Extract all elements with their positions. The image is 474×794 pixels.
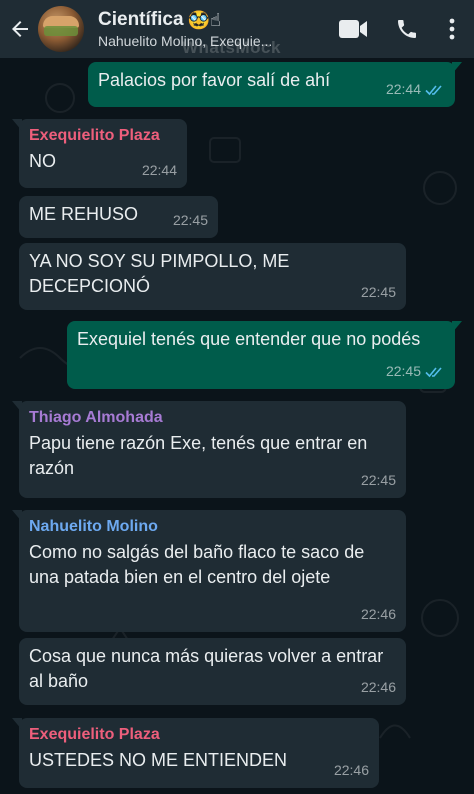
message-meta: 22:45: [386, 359, 445, 384]
message-sender[interactable]: Exequielito Plaza: [29, 125, 177, 147]
message-outgoing[interactable]: Palacios por favor salí de ahí 22:44: [88, 62, 462, 107]
back-button[interactable]: [2, 0, 38, 58]
message-text: Cosa que nunca más quieras volver a entr…: [29, 646, 384, 691]
message-time: 22:44: [385, 81, 421, 97]
message-meta: 22:46: [361, 602, 396, 627]
voice-call-button[interactable]: [380, 0, 434, 58]
message-incoming[interactable]: ME REHUSO 22:45: [19, 196, 218, 238]
message-incoming[interactable]: Exequielito Plaza USTEDES NO ME ENTIENDE…: [12, 718, 379, 788]
message-incoming[interactable]: Thiago Almohada Papu tiene razón Exe, te…: [12, 401, 406, 498]
message-meta: 22:46: [334, 758, 369, 783]
message-sender[interactable]: Thiago Almohada: [29, 407, 396, 429]
message-incoming[interactable]: Nahuelito Molino Como no salgás del baño…: [12, 510, 406, 632]
chat-title: Científica 🥸☝: [98, 9, 326, 31]
message-text: Exequiel tenés que entender que no podés: [77, 329, 421, 349]
message-sender[interactable]: Nahuelito Molino: [29, 516, 396, 538]
message-meta: 22:46: [361, 675, 396, 700]
message-incoming[interactable]: YA NO SOY SU PIMPOLLO, ME DECEPCIONÓ 22:…: [19, 243, 406, 310]
message-text: Papu tiene razón Exe, tenés que entrar e…: [29, 433, 368, 478]
message-text: YA NO SOY SU PIMPOLLO, ME DECEPCIONÓ: [29, 251, 290, 296]
message-time: 22:45: [360, 472, 396, 488]
message-outgoing[interactable]: Exequiel tenés que entender que no podés…: [67, 321, 462, 389]
chat-title-text: Científica: [98, 9, 184, 30]
message-time: 22:46: [360, 606, 396, 622]
message-meta: 22:45: [361, 280, 396, 305]
message-time: 22:46: [333, 762, 369, 778]
phone-icon: [398, 20, 416, 38]
message-incoming[interactable]: Exequielito Plaza NO 22:44: [12, 119, 187, 188]
read-ticks-icon: [425, 366, 442, 377]
more-options-icon: [449, 18, 455, 40]
chat-area[interactable]: Palacios por favor salí de ahí 22:44 Exe…: [0, 58, 474, 794]
message-time: 22:44: [141, 162, 177, 178]
video-call-icon: [339, 20, 367, 38]
more-options-button[interactable]: [434, 0, 470, 58]
watermark: WhatsMock: [182, 38, 281, 57]
group-avatar[interactable]: [38, 6, 84, 52]
message-sender[interactable]: Exequielito Plaza: [29, 724, 369, 746]
message-meta: 22:45: [173, 208, 208, 233]
message-incoming[interactable]: Cosa que nunca más quieras volver a entr…: [19, 638, 406, 705]
title-emojis: 🥸☝: [187, 10, 221, 30]
video-call-button[interactable]: [326, 0, 380, 58]
message-time: 22:45: [360, 284, 396, 300]
message-meta: 22:45: [361, 468, 396, 493]
message-meta: 22:44: [142, 158, 177, 183]
back-arrow-icon: [12, 21, 28, 37]
message-text: Como no salgás del baño flaco te saco de…: [29, 542, 365, 587]
message-time: 22:45: [172, 212, 208, 228]
message-time: 22:46: [360, 679, 396, 695]
message-time: 22:45: [385, 363, 421, 379]
message-text: USTEDES NO ME ENTIENDEN: [29, 750, 288, 770]
message-meta: 22:44: [386, 77, 445, 102]
read-ticks-icon: [425, 84, 442, 95]
